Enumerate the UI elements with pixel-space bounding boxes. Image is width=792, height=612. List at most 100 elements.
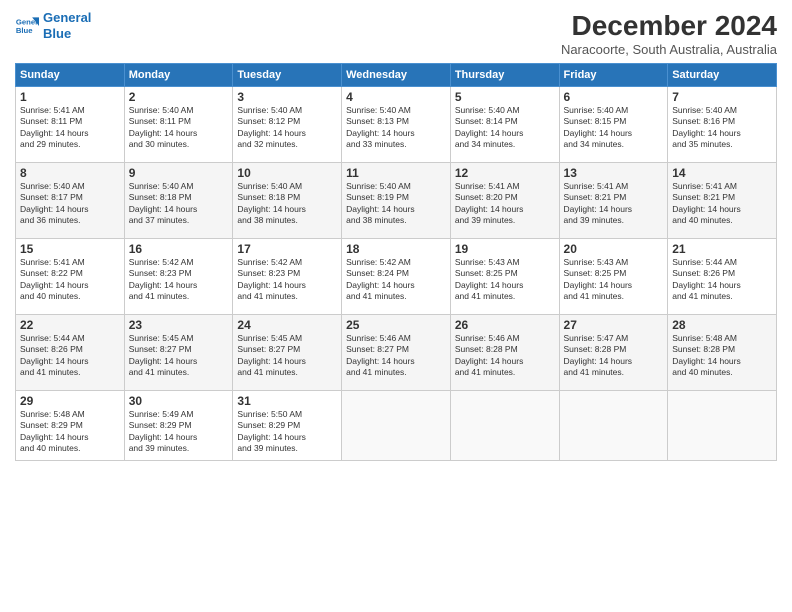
day-info: Sunrise: 5:46 AM Sunset: 8:27 PM Dayligh…	[346, 333, 446, 379]
table-row: 11Sunrise: 5:40 AM Sunset: 8:19 PM Dayli…	[342, 163, 451, 239]
table-row: 24Sunrise: 5:45 AM Sunset: 8:27 PM Dayli…	[233, 315, 342, 391]
table-row: 13Sunrise: 5:41 AM Sunset: 8:21 PM Dayli…	[559, 163, 668, 239]
day-info: Sunrise: 5:46 AM Sunset: 8:28 PM Dayligh…	[455, 333, 555, 379]
day-info: Sunrise: 5:48 AM Sunset: 8:28 PM Dayligh…	[672, 333, 772, 379]
day-number: 10	[237, 166, 337, 180]
table-row: 29Sunrise: 5:48 AM Sunset: 8:29 PM Dayli…	[16, 391, 125, 461]
day-info: Sunrise: 5:43 AM Sunset: 8:25 PM Dayligh…	[564, 257, 664, 303]
day-number: 14	[672, 166, 772, 180]
day-info: Sunrise: 5:41 AM Sunset: 8:11 PM Dayligh…	[20, 105, 120, 151]
day-number: 25	[346, 318, 446, 332]
day-number: 22	[20, 318, 120, 332]
day-info: Sunrise: 5:50 AM Sunset: 8:29 PM Dayligh…	[237, 409, 337, 455]
table-row: 7Sunrise: 5:40 AM Sunset: 8:16 PM Daylig…	[668, 87, 777, 163]
table-row: 21Sunrise: 5:44 AM Sunset: 8:26 PM Dayli…	[668, 239, 777, 315]
logo-text: General Blue	[43, 10, 91, 41]
col-tuesday: Tuesday	[233, 64, 342, 87]
day-info: Sunrise: 5:40 AM Sunset: 8:13 PM Dayligh…	[346, 105, 446, 151]
svg-text:Blue: Blue	[16, 25, 33, 34]
table-row: 26Sunrise: 5:46 AM Sunset: 8:28 PM Dayli…	[450, 315, 559, 391]
col-sunday: Sunday	[16, 64, 125, 87]
col-friday: Friday	[559, 64, 668, 87]
day-number: 6	[564, 90, 664, 104]
table-row: 22Sunrise: 5:44 AM Sunset: 8:26 PM Dayli…	[16, 315, 125, 391]
title-block: December 2024 Naracoorte, South Australi…	[561, 10, 777, 57]
table-row: 17Sunrise: 5:42 AM Sunset: 8:23 PM Dayli…	[233, 239, 342, 315]
logo-line1: General	[43, 10, 91, 25]
day-info: Sunrise: 5:48 AM Sunset: 8:29 PM Dayligh…	[20, 409, 120, 455]
table-row: 14Sunrise: 5:41 AM Sunset: 8:21 PM Dayli…	[668, 163, 777, 239]
col-thursday: Thursday	[450, 64, 559, 87]
day-number: 7	[672, 90, 772, 104]
table-row	[559, 391, 668, 461]
table-row: 25Sunrise: 5:46 AM Sunset: 8:27 PM Dayli…	[342, 315, 451, 391]
day-info: Sunrise: 5:41 AM Sunset: 8:20 PM Dayligh…	[455, 181, 555, 227]
day-info: Sunrise: 5:40 AM Sunset: 8:17 PM Dayligh…	[20, 181, 120, 227]
day-number: 29	[20, 394, 120, 408]
day-number: 17	[237, 242, 337, 256]
day-info: Sunrise: 5:41 AM Sunset: 8:21 PM Dayligh…	[672, 181, 772, 227]
col-saturday: Saturday	[668, 64, 777, 87]
day-info: Sunrise: 5:40 AM Sunset: 8:19 PM Dayligh…	[346, 181, 446, 227]
day-number: 1	[20, 90, 120, 104]
day-info: Sunrise: 5:40 AM Sunset: 8:16 PM Dayligh…	[672, 105, 772, 151]
table-row	[342, 391, 451, 461]
table-row: 20Sunrise: 5:43 AM Sunset: 8:25 PM Dayli…	[559, 239, 668, 315]
table-row: 12Sunrise: 5:41 AM Sunset: 8:20 PM Dayli…	[450, 163, 559, 239]
day-info: Sunrise: 5:45 AM Sunset: 8:27 PM Dayligh…	[129, 333, 229, 379]
day-number: 19	[455, 242, 555, 256]
subtitle: Naracoorte, South Australia, Australia	[561, 42, 777, 57]
day-info: Sunrise: 5:45 AM Sunset: 8:27 PM Dayligh…	[237, 333, 337, 379]
day-info: Sunrise: 5:40 AM Sunset: 8:18 PM Dayligh…	[129, 181, 229, 227]
day-number: 18	[346, 242, 446, 256]
day-info: Sunrise: 5:40 AM Sunset: 8:15 PM Dayligh…	[564, 105, 664, 151]
day-number: 21	[672, 242, 772, 256]
day-info: Sunrise: 5:42 AM Sunset: 8:23 PM Dayligh…	[237, 257, 337, 303]
col-wednesday: Wednesday	[342, 64, 451, 87]
table-row: 27Sunrise: 5:47 AM Sunset: 8:28 PM Dayli…	[559, 315, 668, 391]
day-number: 28	[672, 318, 772, 332]
table-row: 4Sunrise: 5:40 AM Sunset: 8:13 PM Daylig…	[342, 87, 451, 163]
day-number: 27	[564, 318, 664, 332]
table-row: 23Sunrise: 5:45 AM Sunset: 8:27 PM Dayli…	[124, 315, 233, 391]
day-number: 15	[20, 242, 120, 256]
day-number: 5	[455, 90, 555, 104]
table-row: 9Sunrise: 5:40 AM Sunset: 8:18 PM Daylig…	[124, 163, 233, 239]
table-row: 31Sunrise: 5:50 AM Sunset: 8:29 PM Dayli…	[233, 391, 342, 461]
day-info: Sunrise: 5:40 AM Sunset: 8:11 PM Dayligh…	[129, 105, 229, 151]
header-row: Sunday Monday Tuesday Wednesday Thursday…	[16, 64, 777, 87]
day-number: 8	[20, 166, 120, 180]
calendar-table: Sunday Monday Tuesday Wednesday Thursday…	[15, 63, 777, 461]
table-row: 18Sunrise: 5:42 AM Sunset: 8:24 PM Dayli…	[342, 239, 451, 315]
table-row	[450, 391, 559, 461]
day-info: Sunrise: 5:40 AM Sunset: 8:12 PM Dayligh…	[237, 105, 337, 151]
day-info: Sunrise: 5:42 AM Sunset: 8:23 PM Dayligh…	[129, 257, 229, 303]
col-monday: Monday	[124, 64, 233, 87]
header: General Blue General Blue December 2024 …	[15, 10, 777, 57]
table-row: 28Sunrise: 5:48 AM Sunset: 8:28 PM Dayli…	[668, 315, 777, 391]
day-number: 31	[237, 394, 337, 408]
day-info: Sunrise: 5:41 AM Sunset: 8:22 PM Dayligh…	[20, 257, 120, 303]
table-row: 15Sunrise: 5:41 AM Sunset: 8:22 PM Dayli…	[16, 239, 125, 315]
day-number: 9	[129, 166, 229, 180]
table-row: 30Sunrise: 5:49 AM Sunset: 8:29 PM Dayli…	[124, 391, 233, 461]
day-info: Sunrise: 5:42 AM Sunset: 8:24 PM Dayligh…	[346, 257, 446, 303]
table-row: 8Sunrise: 5:40 AM Sunset: 8:17 PM Daylig…	[16, 163, 125, 239]
day-number: 23	[129, 318, 229, 332]
logo-line2: Blue	[43, 26, 71, 41]
day-info: Sunrise: 5:40 AM Sunset: 8:18 PM Dayligh…	[237, 181, 337, 227]
main-title: December 2024	[561, 10, 777, 42]
table-row: 19Sunrise: 5:43 AM Sunset: 8:25 PM Dayli…	[450, 239, 559, 315]
day-info: Sunrise: 5:43 AM Sunset: 8:25 PM Dayligh…	[455, 257, 555, 303]
page: General Blue General Blue December 2024 …	[0, 0, 792, 612]
day-number: 26	[455, 318, 555, 332]
logo-icon: General Blue	[15, 14, 39, 38]
table-row: 5Sunrise: 5:40 AM Sunset: 8:14 PM Daylig…	[450, 87, 559, 163]
table-row: 3Sunrise: 5:40 AM Sunset: 8:12 PM Daylig…	[233, 87, 342, 163]
day-info: Sunrise: 5:49 AM Sunset: 8:29 PM Dayligh…	[129, 409, 229, 455]
table-row: 16Sunrise: 5:42 AM Sunset: 8:23 PM Dayli…	[124, 239, 233, 315]
calendar-body: 1Sunrise: 5:41 AM Sunset: 8:11 PM Daylig…	[16, 87, 777, 461]
day-info: Sunrise: 5:47 AM Sunset: 8:28 PM Dayligh…	[564, 333, 664, 379]
logo: General Blue General Blue	[15, 10, 91, 41]
day-number: 11	[346, 166, 446, 180]
